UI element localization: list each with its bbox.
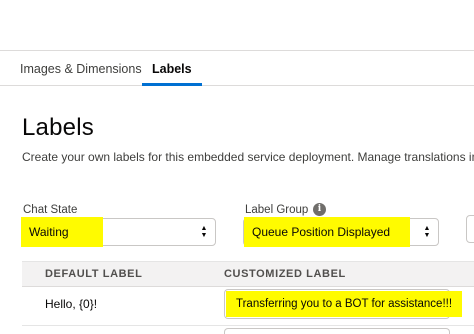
tab-labels[interactable]: Labels [142, 51, 202, 86]
info-icon[interactable]: i [313, 203, 326, 216]
chat-state-value: Waiting [21, 217, 103, 247]
select-arrows-icon: ▲ ▼ [423, 225, 431, 239]
default-label-cell: Hello, {0}! [45, 297, 98, 311]
customized-label-value: Transferring you to a BOT for assistance… [226, 291, 463, 317]
row-divider [22, 325, 474, 326]
chat-state-select[interactable]: Waiting ▲ ▼ [21, 217, 216, 247]
label-group-value: Queue Position Displayed [244, 217, 410, 247]
label-group-select[interactable]: Queue Position Displayed ▲ ▼ [243, 217, 439, 247]
page-title: Labels [22, 114, 94, 141]
table-header: DEFAULT LABEL CUSTOMIZED LABEL [22, 261, 474, 287]
tab-images-dimensions[interactable]: Images & Dimensions [20, 51, 142, 85]
column-header-customized-label: CUSTOMIZED LABEL [224, 268, 346, 280]
chat-state-label: Chat State [23, 204, 78, 216]
customized-label-input[interactable]: Transferring you to a BOT for assistance… [224, 289, 463, 319]
column-header-default-label: DEFAULT LABEL [45, 268, 143, 280]
customized-label-input-next[interactable] [224, 328, 450, 334]
page-description: Create your own labels for this embedded… [22, 150, 474, 164]
extra-select-partial[interactable] [466, 215, 474, 243]
label-group-label: Label Group [245, 204, 309, 216]
select-arrows-icon: ▲ ▼ [200, 225, 208, 239]
labels-page: Images & Dimensions Labels Labels Create… [0, 0, 474, 334]
tab-bar: Images & Dimensions Labels [0, 50, 474, 86]
